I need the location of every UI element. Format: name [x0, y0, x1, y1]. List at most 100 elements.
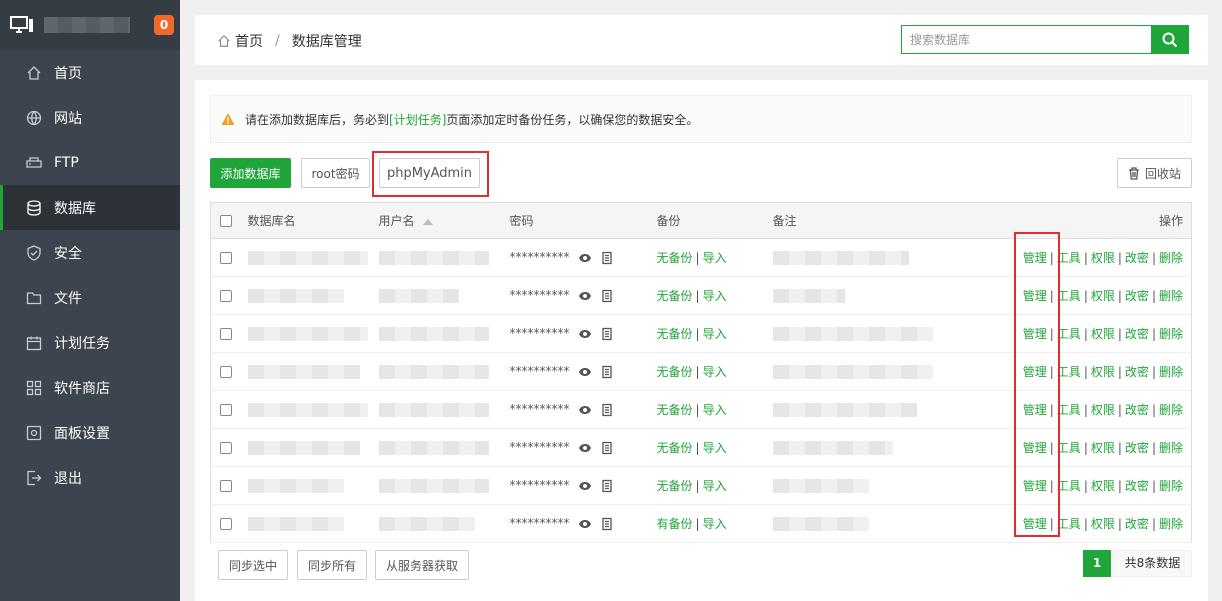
op-perm-link[interactable]: 权限	[1091, 251, 1115, 265]
op-chpw-link[interactable]: 改密	[1125, 365, 1149, 379]
op-perm-link[interactable]: 权限	[1091, 517, 1115, 531]
op-manage-link[interactable]: 管理	[1023, 365, 1047, 379]
sidebar-item-grid[interactable]: 软件商店	[0, 365, 180, 410]
op-tools-link[interactable]: 工具	[1057, 251, 1081, 265]
import-link[interactable]: 导入	[703, 289, 727, 303]
sync-selected-button[interactable]: 同步选中	[218, 550, 288, 580]
sort-asc-icon[interactable]	[422, 218, 433, 225]
copy-icon[interactable]	[600, 403, 614, 417]
backup-status-link[interactable]: 无备份	[657, 251, 693, 265]
phpmyadmin-button[interactable]: phpMyAdmin	[379, 158, 480, 188]
op-chpw-link[interactable]: 改密	[1125, 403, 1149, 417]
eye-icon[interactable]	[578, 327, 592, 341]
op-tools-link[interactable]: 工具	[1057, 441, 1081, 455]
backup-status-link[interactable]: 无备份	[657, 327, 693, 341]
row-checkbox[interactable]	[220, 366, 232, 378]
op-manage-link[interactable]: 管理	[1023, 327, 1047, 341]
copy-icon[interactable]	[600, 365, 614, 379]
search-input[interactable]	[901, 25, 1151, 54]
import-link[interactable]: 导入	[703, 365, 727, 379]
copy-icon[interactable]	[600, 327, 614, 341]
op-chpw-link[interactable]: 改密	[1125, 517, 1149, 531]
import-link[interactable]: 导入	[703, 403, 727, 417]
copy-icon[interactable]	[600, 251, 614, 265]
op-delete-link[interactable]: 删除	[1159, 479, 1183, 493]
sidebar-item-logout[interactable]: 退出	[0, 455, 180, 500]
import-link[interactable]: 导入	[703, 327, 727, 341]
op-delete-link[interactable]: 删除	[1159, 403, 1183, 417]
op-manage-link[interactable]: 管理	[1023, 441, 1047, 455]
eye-icon[interactable]	[578, 517, 592, 531]
eye-icon[interactable]	[578, 251, 592, 265]
root-password-button[interactable]: root密码	[301, 158, 370, 188]
eye-icon[interactable]	[578, 403, 592, 417]
copy-icon[interactable]	[600, 289, 614, 303]
import-link[interactable]: 导入	[703, 251, 727, 265]
select-all-checkbox[interactable]	[220, 215, 232, 227]
schedule-task-link[interactable]: [计划任务]	[389, 111, 446, 128]
sidebar-item-settings[interactable]: 面板设置	[0, 410, 180, 455]
row-checkbox[interactable]	[220, 252, 232, 264]
op-chpw-link[interactable]: 改密	[1125, 251, 1149, 265]
op-chpw-link[interactable]: 改密	[1125, 479, 1149, 493]
sidebar-item-home[interactable]: 首页	[0, 50, 180, 95]
copy-icon[interactable]	[600, 479, 614, 493]
op-perm-link[interactable]: 权限	[1091, 365, 1115, 379]
op-tools-link[interactable]: 工具	[1057, 517, 1081, 531]
import-link[interactable]: 导入	[703, 517, 727, 531]
op-delete-link[interactable]: 删除	[1159, 251, 1183, 265]
op-manage-link[interactable]: 管理	[1023, 517, 1047, 531]
row-checkbox[interactable]	[220, 404, 232, 416]
backup-status-link[interactable]: 无备份	[657, 441, 693, 455]
op-chpw-link[interactable]: 改密	[1125, 327, 1149, 341]
copy-icon[interactable]	[600, 441, 614, 455]
op-tools-link[interactable]: 工具	[1057, 327, 1081, 341]
row-checkbox[interactable]	[220, 480, 232, 492]
recycle-bin-button[interactable]: 回收站	[1117, 158, 1192, 188]
notification-badge[interactable]: 0	[154, 15, 174, 35]
op-delete-link[interactable]: 删除	[1159, 327, 1183, 341]
sidebar-item-folder[interactable]: 文件	[0, 275, 180, 320]
sidebar-item-database[interactable]: 数据库	[0, 185, 180, 230]
op-tools-link[interactable]: 工具	[1057, 365, 1081, 379]
op-delete-link[interactable]: 删除	[1159, 441, 1183, 455]
sidebar-item-shield[interactable]: 安全	[0, 230, 180, 275]
sidebar-item-ftp[interactable]: FTP	[0, 140, 180, 185]
eye-icon[interactable]	[578, 479, 592, 493]
op-delete-link[interactable]: 删除	[1159, 365, 1183, 379]
op-manage-link[interactable]: 管理	[1023, 289, 1047, 303]
op-tools-link[interactable]: 工具	[1057, 289, 1081, 303]
backup-status-link[interactable]: 无备份	[657, 403, 693, 417]
import-link[interactable]: 导入	[703, 479, 727, 493]
breadcrumb-home[interactable]: 首页	[235, 31, 263, 51]
op-manage-link[interactable]: 管理	[1023, 251, 1047, 265]
row-checkbox[interactable]	[220, 328, 232, 340]
sidebar-item-calendar[interactable]: 计划任务	[0, 320, 180, 365]
op-delete-link[interactable]: 删除	[1159, 517, 1183, 531]
add-database-button[interactable]: 添加数据库	[210, 158, 291, 188]
sync-all-button[interactable]: 同步所有	[297, 550, 367, 580]
op-perm-link[interactable]: 权限	[1091, 479, 1115, 493]
fetch-from-server-button[interactable]: 从服务器获取	[375, 550, 469, 580]
row-checkbox[interactable]	[220, 442, 232, 454]
op-perm-link[interactable]: 权限	[1091, 403, 1115, 417]
op-perm-link[interactable]: 权限	[1091, 289, 1115, 303]
pagination-current[interactable]: 1	[1083, 550, 1111, 577]
eye-icon[interactable]	[578, 289, 592, 303]
backup-status-link[interactable]: 有备份	[657, 517, 693, 531]
op-perm-link[interactable]: 权限	[1091, 441, 1115, 455]
row-checkbox[interactable]	[220, 518, 232, 530]
op-delete-link[interactable]: 删除	[1159, 289, 1183, 303]
op-chpw-link[interactable]: 改密	[1125, 289, 1149, 303]
op-chpw-link[interactable]: 改密	[1125, 441, 1149, 455]
col-username[interactable]: 用户名	[378, 202, 510, 239]
eye-icon[interactable]	[578, 365, 592, 379]
op-tools-link[interactable]: 工具	[1057, 479, 1081, 493]
op-manage-link[interactable]: 管理	[1023, 479, 1047, 493]
op-perm-link[interactable]: 权限	[1091, 327, 1115, 341]
backup-status-link[interactable]: 无备份	[657, 289, 693, 303]
backup-status-link[interactable]: 无备份	[657, 365, 693, 379]
sidebar-item-globe[interactable]: 网站	[0, 95, 180, 140]
search-button[interactable]	[1151, 25, 1189, 54]
backup-status-link[interactable]: 无备份	[657, 479, 693, 493]
